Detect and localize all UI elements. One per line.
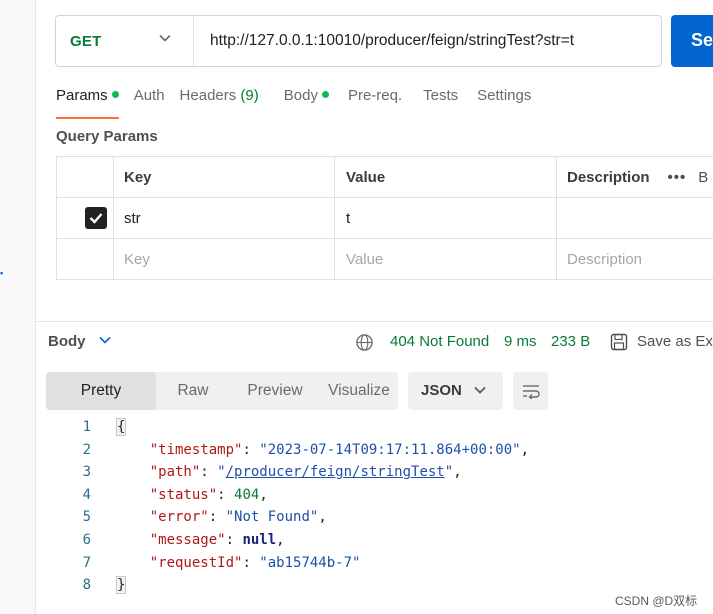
brace-highlight: } (116, 576, 127, 595)
json-path-link[interactable]: /producer/feign/stringTest (226, 464, 445, 480)
json-status: 404 (234, 486, 260, 503)
tab-prerequest[interactable]: Pre-req. (348, 86, 402, 119)
line-number: 8 (82, 577, 91, 594)
tab-tests[interactable]: Tests (423, 86, 458, 119)
line-number: 3 (82, 464, 91, 481)
line-number: 6 (82, 531, 91, 548)
brace-highlight: { (116, 418, 127, 436)
sidebar-marker: ▪ (0, 268, 4, 278)
new-description-input[interactable]: Description (556, 239, 713, 279)
headers-count: (9) (240, 87, 259, 104)
row-checkbox-cell (56, 198, 113, 238)
json-message: null (242, 531, 277, 548)
param-checkbox[interactable] (84, 207, 107, 229)
pane-divider[interactable] (36, 321, 713, 322)
tab-params[interactable]: Params (56, 86, 119, 119)
tab-pretty[interactable]: Pretty (46, 372, 156, 410)
more-options-icon[interactable]: ••• (668, 169, 687, 186)
query-params-title: Query Params (56, 128, 158, 145)
tab-auth[interactable]: Auth (134, 86, 165, 119)
row-checkbox-cell (56, 239, 113, 279)
chevron-down-icon (159, 34, 171, 42)
value-column-header: Value (334, 157, 556, 197)
line-number: 5 (82, 509, 91, 526)
response-size[interactable]: 233 B (551, 333, 590, 350)
request-bar: GET http://127.0.0.1:10010/producer/feig… (55, 15, 662, 67)
response-view-tabs: Pretty Raw Preview Visualize (46, 372, 398, 410)
wrap-lines-button[interactable] (513, 372, 548, 410)
chevron-down-icon[interactable] (99, 336, 111, 344)
format-label: JSON (421, 382, 462, 399)
response-time[interactable]: 9 ms (504, 333, 537, 350)
line-number: 2 (82, 441, 91, 458)
status-dot (321, 91, 329, 98)
save-icon[interactable] (610, 333, 628, 351)
watermark: CSDN @D双标 (615, 594, 698, 608)
param-value[interactable]: t (334, 198, 556, 238)
table-row-placeholder: Key Value Description (56, 239, 713, 280)
chevron-down-icon (474, 386, 486, 394)
json-error: Not Found (234, 509, 310, 526)
request-tabs: Params Auth Headers (9) Body Pre-req. Te… (56, 86, 546, 119)
param-key[interactable]: str (113, 198, 334, 238)
new-value-input[interactable]: Value (334, 239, 556, 279)
checkbox-column-header (56, 157, 113, 197)
tab-body[interactable]: Body (284, 86, 329, 119)
line-number: 7 (82, 554, 91, 571)
tab-raw[interactable]: Raw (156, 372, 230, 410)
param-description[interactable] (556, 198, 713, 238)
tab-settings[interactable]: Settings (477, 86, 531, 119)
tab-preview[interactable]: Preview (230, 372, 320, 410)
format-select[interactable]: JSON (408, 372, 503, 410)
line-number: 4 (82, 486, 91, 503)
table-header-row: Key Value Description ••• B (56, 157, 713, 198)
status-dot (111, 91, 119, 98)
left-sidebar: ▪ (0, 0, 36, 614)
response-status[interactable]: 404 Not Found (390, 333, 489, 350)
params-table: Key Value Description ••• B str t Key Va… (56, 156, 713, 280)
wrap-lines-icon (522, 385, 540, 399)
json-timestamp: 2023-07-14T09:17:11.864+00:00 (267, 441, 513, 458)
send-button[interactable]: Se (671, 15, 713, 67)
response-body-label[interactable]: Body (48, 333, 86, 350)
new-key-input[interactable]: Key (113, 239, 334, 279)
description-column-header: Description ••• B (556, 157, 713, 197)
bulk-edit-link[interactable]: B (698, 169, 708, 186)
key-column-header: Key (113, 157, 334, 197)
checkmark-icon (89, 213, 102, 224)
globe-icon[interactable] (355, 333, 374, 352)
table-row: str t (56, 198, 713, 239)
method-select[interactable]: GET (56, 16, 194, 66)
tab-headers[interactable]: Headers (9) (180, 86, 259, 119)
json-request-id: ab15744b-7 (267, 554, 353, 571)
tab-visualize[interactable]: Visualize (320, 372, 398, 410)
method-label: GET (70, 32, 102, 50)
url-input[interactable]: http://127.0.0.1:10010/producer/feign/st… (194, 32, 574, 50)
save-as-example-button[interactable]: Save as Ex (637, 333, 713, 350)
line-number: 1 (82, 419, 91, 435)
response-bar: Body 404 Not Found 9 ms 233 B Save as Ex (48, 333, 713, 353)
